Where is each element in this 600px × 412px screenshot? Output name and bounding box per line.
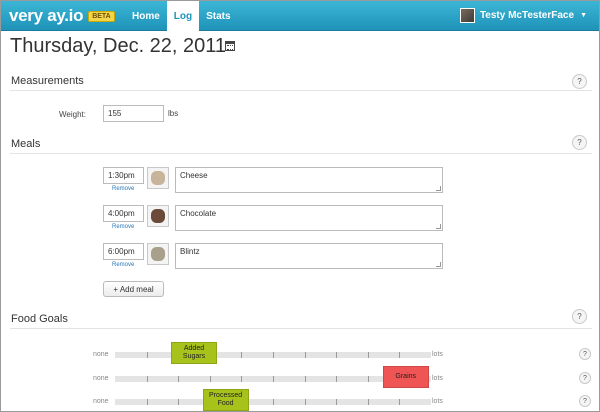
resize-handle-icon[interactable]	[436, 186, 441, 191]
meal-time-input[interactable]: 4:00pm	[103, 205, 144, 222]
main-nav: Home Log Stats	[125, 1, 238, 31]
goal-slider-tick	[210, 376, 211, 382]
meal-photo-thumbnail[interactable]	[147, 205, 169, 227]
measurements-title: Measurements	[11, 75, 84, 87]
goal-min-label: none	[93, 351, 109, 358]
nav-stats[interactable]: Stats	[199, 1, 237, 31]
weight-label: Weight:	[59, 110, 86, 119]
meal-item: 4:00pm Remove Chocolate	[103, 205, 443, 237]
meal-description-text: Blintz	[180, 247, 200, 256]
goal-slider-tick	[399, 399, 400, 405]
beta-badge: BETA	[88, 10, 115, 22]
goal-slider-tick	[147, 399, 148, 405]
meals-header: Meals	[10, 138, 592, 154]
goal-row: none lots Processed Food ?	[93, 389, 593, 411]
goal-slider-tick	[305, 376, 306, 382]
goal-slider-tick	[368, 376, 369, 382]
goal-slider-tick	[368, 399, 369, 405]
goal-slider-tick	[305, 352, 306, 358]
meal-photo-thumbnail[interactable]	[147, 243, 169, 265]
goal-slider-tick	[273, 352, 274, 358]
nav-log[interactable]: Log	[166, 1, 200, 31]
meal-remove-link[interactable]: Remove	[112, 224, 134, 230]
app-window: very ay.io BETA Home Log Stats Testy McT…	[0, 0, 600, 412]
goal-label: Processed Food	[209, 392, 243, 407]
goal-slider-handle[interactable]: Processed Food	[202, 389, 249, 411]
brand-name: very ay.io	[9, 6, 84, 25]
goal-slider-tick	[178, 399, 179, 405]
goal-slider-tick	[273, 399, 274, 405]
top-navbar: very ay.io BETA Home Log Stats Testy McT…	[1, 1, 599, 31]
goal-row: none lots Grains ?	[93, 366, 593, 390]
food-goals-header: Food Goals	[10, 313, 592, 329]
goal-slider-tick	[336, 352, 337, 358]
goal-slider-tick	[178, 376, 179, 382]
meal-description-field[interactable]: Cheese	[175, 167, 443, 193]
measurements-help-icon[interactable]: ?	[572, 74, 587, 89]
meals-title: Meals	[11, 138, 41, 150]
goal-slider-track[interactable]	[115, 352, 431, 358]
page-title: Thursday, Dec. 22, 2011	[10, 35, 227, 57]
meals-help-icon[interactable]: ?	[572, 135, 587, 150]
goal-slider-tick	[336, 376, 337, 382]
meal-description-text: Cheese	[180, 171, 208, 180]
resize-handle-icon[interactable]	[436, 262, 441, 267]
meal-description-text: Chocolate	[180, 209, 217, 218]
goal-slider-tick	[336, 399, 337, 405]
caret-down-icon: ▼	[580, 12, 587, 19]
goal-slider-handle[interactable]: Added Sugars	[171, 342, 217, 364]
goal-min-label: none	[93, 375, 109, 382]
goal-help-icon[interactable]: ?	[579, 395, 591, 407]
goal-help-icon[interactable]: ?	[579, 348, 591, 360]
goal-slider-tick	[368, 352, 369, 358]
goal-slider-handle[interactable]: Grains	[382, 366, 429, 388]
goal-max-label: lots	[432, 351, 443, 358]
goal-slider-tick	[241, 352, 242, 358]
meal-item: 6:00pm Remove Blintz	[103, 243, 443, 275]
resize-handle-icon[interactable]	[436, 224, 441, 229]
calendar-icon[interactable]	[225, 41, 235, 51]
weight-unit: lbs	[168, 109, 179, 118]
goal-max-label: lots	[432, 398, 443, 405]
avatar	[459, 8, 475, 23]
meal-description-field[interactable]: Blintz	[175, 243, 443, 269]
food-goals-title: Food Goals	[11, 313, 68, 325]
meal-time-input[interactable]: 1:30pm	[103, 167, 144, 184]
goal-label: Grains	[395, 373, 417, 380]
meal-description-field[interactable]: Chocolate	[175, 205, 443, 231]
goal-min-label: none	[93, 398, 109, 405]
measurements-header: Measurements	[10, 75, 592, 91]
food-goals-help-icon[interactable]: ?	[572, 309, 587, 324]
weight-input[interactable]: 155	[103, 105, 164, 122]
nav-home[interactable]: Home	[125, 1, 167, 31]
goal-slider-tick	[241, 376, 242, 382]
goal-label: Added Sugars	[182, 345, 206, 360]
goal-slider-tick	[305, 399, 306, 405]
meal-time-input[interactable]: 6:00pm	[103, 243, 144, 260]
user-menu[interactable]: Testy McTesterFace ▼	[459, 8, 587, 23]
goal-row: none lots Added Sugars ?	[93, 342, 593, 366]
add-meal-button[interactable]: + Add meal	[103, 281, 164, 297]
meal-remove-link[interactable]: Remove	[112, 186, 134, 192]
goal-help-icon[interactable]: ?	[579, 372, 591, 384]
brand-logo[interactable]: very ay.io BETA	[9, 5, 115, 27]
meal-photo-thumbnail[interactable]	[147, 167, 169, 189]
goal-slider-tick	[273, 376, 274, 382]
goal-max-label: lots	[432, 375, 443, 382]
meal-item: 1:30pm Remove Cheese	[103, 167, 443, 199]
user-name: Testy McTesterFace	[479, 10, 575, 21]
goal-slider-tick	[399, 352, 400, 358]
goal-slider-tick	[147, 352, 148, 358]
goal-slider-track[interactable]	[115, 399, 431, 405]
meal-remove-link[interactable]: Remove	[112, 262, 134, 268]
goal-slider-tick	[147, 376, 148, 382]
